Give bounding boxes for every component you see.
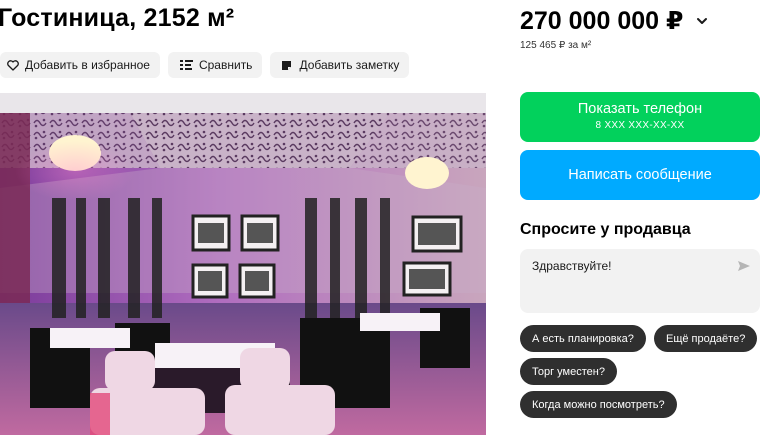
compare-button[interactable]: Сравнить — [167, 52, 263, 78]
phone-masked: 8 XXX XXX-XX-XX — [595, 120, 685, 131]
quick-question-chip[interactable]: Когда можно посмотреть? — [520, 391, 677, 418]
ask-seller-title: Спросите у продавца — [520, 221, 691, 238]
price-row: 270 000 000 ₽ — [520, 6, 709, 36]
quick-question-chip[interactable]: Торг уместен? — [520, 358, 617, 385]
price-per-meter: 125 465 ₽ за м² — [520, 40, 592, 51]
compare-icon — [179, 59, 193, 72]
listing-photo[interactable] — [0, 93, 486, 435]
note-icon — [280, 59, 293, 72]
add-note-button[interactable]: Добавить заметку — [270, 52, 410, 78]
show-phone-button[interactable]: Показать телефон 8 XXX XXX-XX-XX — [520, 92, 760, 142]
listing-actions: Добавить в избранное Сравнить Добавить з… — [0, 52, 410, 78]
add-favorite-label: Добавить в избранное — [25, 58, 150, 72]
price-total: 270 000 000 ₽ — [520, 7, 684, 35]
quick-question-chip[interactable]: Ещё продаёте? — [654, 325, 758, 352]
message-input-value: Здравствуйте! — [532, 259, 612, 273]
send-icon[interactable] — [736, 258, 752, 274]
listing-title: Гостиница, 2152 м² — [0, 4, 235, 32]
message-input[interactable]: Здравствуйте! — [520, 249, 760, 313]
add-favorite-button[interactable]: Добавить в избранное — [0, 52, 160, 78]
heart-icon — [6, 59, 19, 72]
add-note-label: Добавить заметку — [299, 58, 400, 72]
chevron-down-icon[interactable] — [695, 14, 709, 28]
write-message-button[interactable]: Написать сообщение — [520, 150, 760, 200]
compare-label: Сравнить — [198, 58, 253, 72]
quick-question-chip[interactable]: А есть планировка? — [520, 325, 646, 352]
show-phone-label: Показать телефон — [577, 101, 703, 117]
